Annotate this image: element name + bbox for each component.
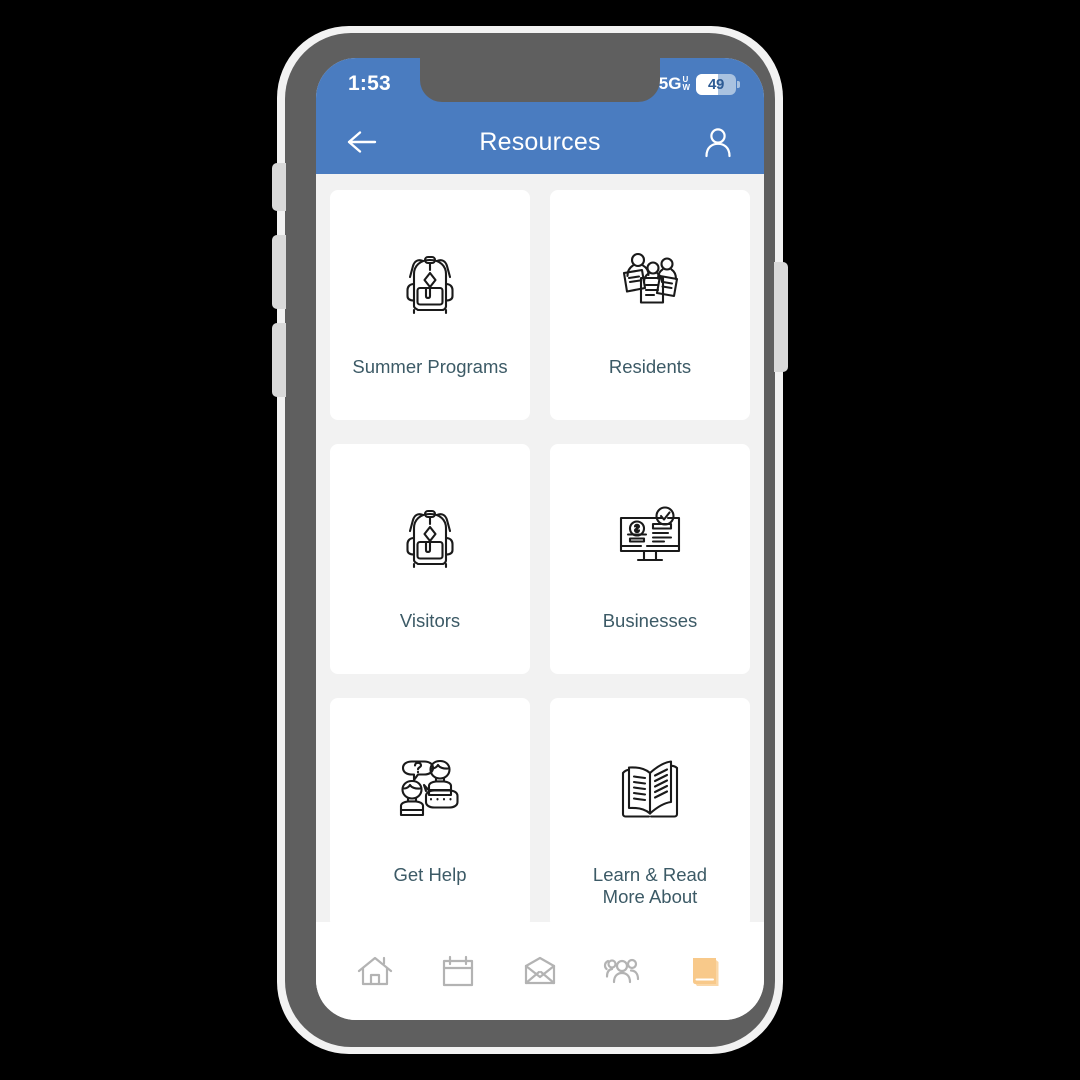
resources-grid: Summer Programs Residents Visitors Busin… [330,190,750,928]
network-type-text: 5G [658,74,682,93]
home-icon [358,956,393,986]
resource-card-label: Summer Programs [352,356,508,377]
status-time: 1:53 [348,72,391,95]
resource-card-businesses[interactable]: Businesses [550,444,750,674]
resource-card-label: Residents [608,356,692,377]
battery-tip [737,80,740,88]
resource-card-residents[interactable]: Residents [550,190,750,420]
arrow-left-icon [347,131,377,153]
nav-item-home[interactable] [349,945,401,997]
group-icon [604,958,640,984]
phone-notch [420,58,660,102]
network-subscript: U W [682,76,690,92]
resource-card-learn-read-more-about[interactable]: Learn & Read More About [550,698,750,928]
page-title: Resources [479,127,601,156]
screenshot-stage: 1:53 5G U W 49 Resources Summer Programs… [0,0,1080,1080]
person-icon [705,128,731,158]
network-type-label: 5G U W [659,74,690,94]
nav-item-mail[interactable] [514,945,566,997]
nav-item-book[interactable] [679,945,731,997]
resource-card-visitors[interactable]: Visitors [330,444,530,674]
calendar-icon [442,955,473,987]
backpack-icon [388,238,472,322]
backpack-icon [388,492,472,576]
back-button[interactable] [342,122,382,162]
resource-card-get-help[interactable]: Get Help [330,698,530,928]
resources-content: Summer Programs Residents Visitors Busin… [316,174,764,928]
resource-card-label: Businesses [602,610,698,631]
status-bar: 1:53 5G U W 49 [316,58,764,110]
volume-up-button[interactable] [272,235,286,309]
profile-button[interactable] [698,122,738,162]
book-icon [692,958,719,986]
resource-card-label: Visitors [399,610,461,631]
nav-item-calendar[interactable] [432,945,484,997]
open-book-icon [608,746,692,830]
resource-card-label: Get Help [393,864,467,885]
bottom-navigation-bar [316,922,764,1020]
monitor-money-check-icon [608,492,692,576]
resource-card-label: Learn & Read More About [592,864,708,907]
people-documents-icon [608,238,692,322]
resource-card-summer-programs[interactable]: Summer Programs [330,190,530,420]
mail-icon [524,956,556,985]
network-sub-bottom: W [682,83,690,92]
app-bar: Resources [316,110,764,174]
battery-level-text: 49 [708,75,724,93]
volume-down-button[interactable] [272,323,286,397]
people-chat-question-icon [388,746,472,830]
silent-switch-button[interactable] [272,163,286,211]
power-button[interactable] [774,262,788,372]
phone-screen: 1:53 5G U W 49 Resources Summer Programs… [316,58,764,1020]
battery-indicator: 49 [696,73,740,95]
nav-item-group[interactable] [596,945,648,997]
